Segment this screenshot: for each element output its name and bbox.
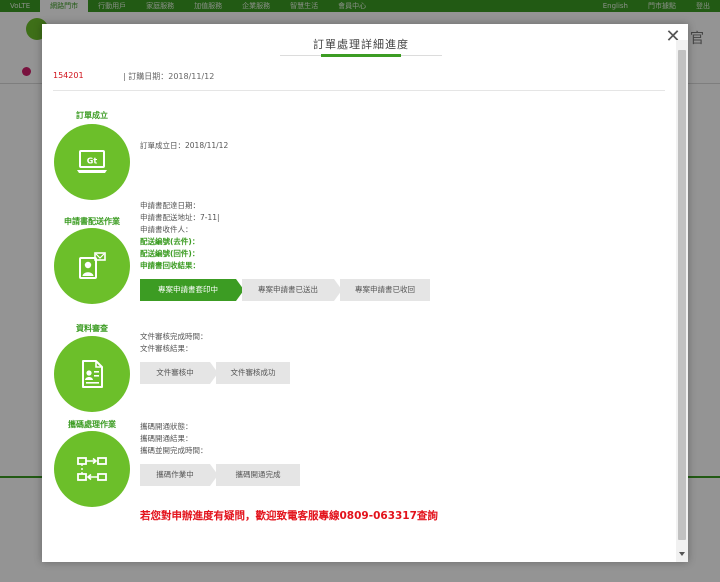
step-number-transfer-title: 攜碼處理作業: [68, 420, 116, 429]
order-date: | 訂購日期：2018/11/12: [123, 72, 215, 81]
svg-text:Gt: Gt: [87, 157, 98, 166]
step-order-created-title: 訂單成立: [76, 111, 108, 120]
progress-step: 文件審核成功: [216, 362, 290, 384]
laptop-gt-icon: Gt: [77, 150, 107, 173]
order-number: 154201: [53, 71, 84, 80]
review-progress: 文件審核中 文件審核成功: [140, 362, 296, 384]
scroll-down-icon[interactable]: [679, 552, 685, 556]
progress-step: 攜碼作業中: [140, 464, 218, 486]
scrollbar-thumb[interactable]: [678, 50, 686, 540]
progress-step: 攜碼開通完成: [216, 464, 300, 486]
delivery-address-line: 申請書配送地址：7-11|: [140, 213, 220, 222]
step-review-title: 資料審查: [76, 324, 108, 333]
delivery-recipient-line: 申請書收件人：: [140, 225, 193, 234]
step-delivery-circle: [54, 228, 130, 304]
step-order-created-circle: Gt: [54, 124, 130, 200]
review-time-line: 文件審核完成時間：: [140, 332, 208, 341]
step-number-transfer-circle: [54, 431, 130, 507]
delivery-date-line: 申請書配達日期：: [140, 201, 200, 210]
transfer-status-line: 攜碼開通狀態：: [140, 422, 193, 431]
progress-step: 專案申請書已送出: [242, 279, 342, 301]
delivery-outbound-no: 配送編號(去件)：: [140, 237, 200, 246]
number-transfer-icon: [77, 457, 107, 481]
step-review-circle: [54, 336, 130, 412]
person-document-icon: [79, 252, 106, 279]
transfer-time-line: 攜碼並開完成時間：: [140, 446, 208, 455]
info-divider: [53, 90, 665, 91]
step-delivery-title: 申請書配送作業: [64, 217, 120, 226]
modal-title: 訂單處理詳細進度: [313, 38, 409, 51]
progress-step: 專案申請書已收回: [340, 279, 430, 301]
progress-step: 專案申請書套印中: [140, 279, 244, 301]
document-review-icon: [82, 360, 103, 388]
modal-scrollbar[interactable]: [676, 40, 688, 562]
order-info: 154201 | 訂購日期：2018/11/12: [53, 71, 214, 82]
progress-step: 文件審核中: [140, 362, 218, 384]
review-result-line: 文件審核結果：: [140, 344, 193, 353]
delivery-return-no: 配送編號(回件)：: [140, 249, 200, 258]
order-created-date: 訂單成立日：2018/11/12: [140, 141, 229, 150]
transfer-result-line: 攜碼開通結果：: [140, 434, 193, 443]
order-progress-modal: 訂單處理詳細進度 ✕ 154201 | 訂購日期：2018/11/12 訂單成立…: [42, 24, 688, 562]
transfer-progress: 攜碼作業中 攜碼開通完成: [140, 464, 306, 486]
delivery-progress: 專案申請書套印中 專案申請書已送出 專案申請書已收回: [140, 279, 436, 301]
title-accent-bar: [321, 54, 401, 57]
customer-service-notice: 若您對申辦進度有疑問，歡迎致電客服專線0809-063317查詢: [140, 510, 438, 522]
delivery-result-line: 申請書回收結果：: [140, 261, 200, 270]
